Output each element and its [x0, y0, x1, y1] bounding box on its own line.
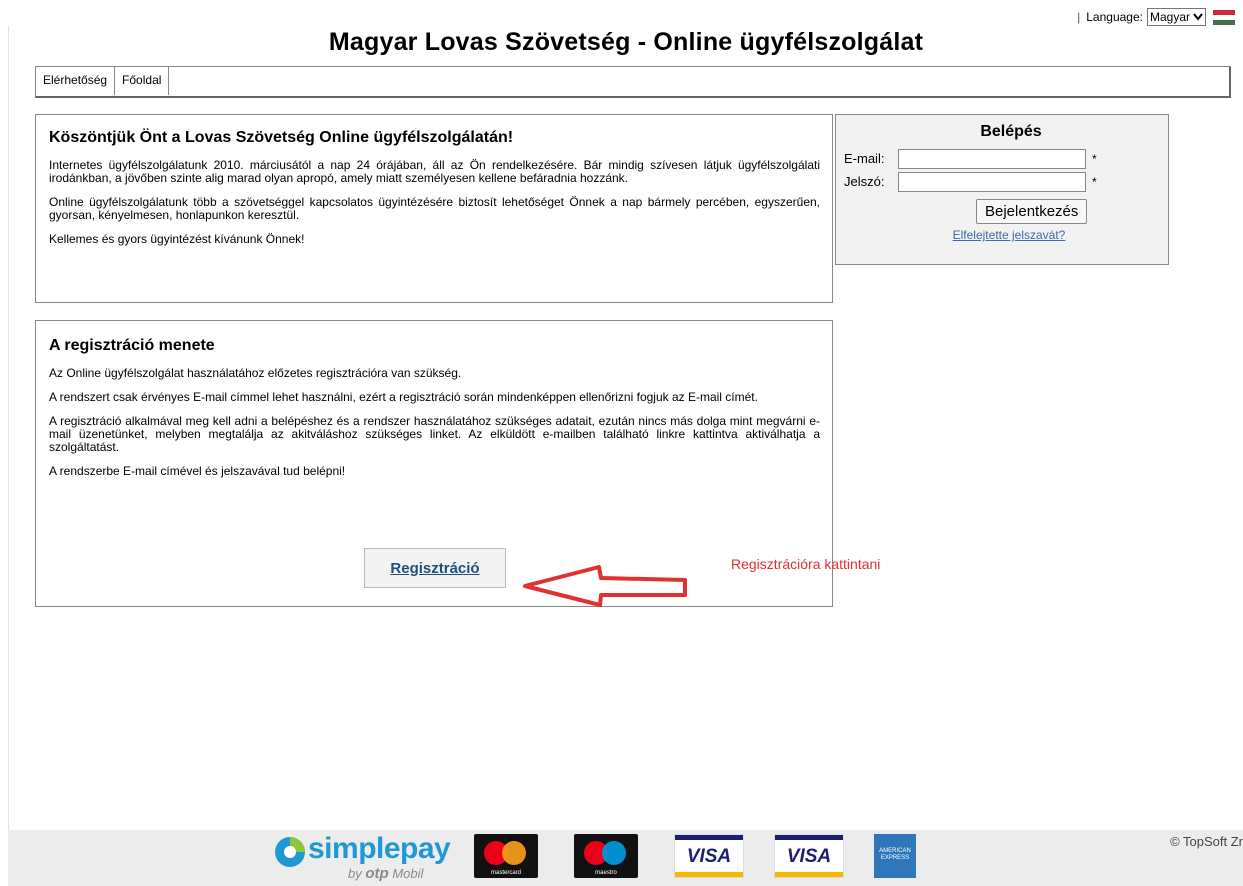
forgot-password-link[interactable]: Elfelejtette jelszavát?	[844, 228, 1160, 242]
email-field[interactable]	[898, 148, 1086, 169]
login-title: Belépés	[980, 123, 1042, 140]
welcome-heading: Köszöntjük Önt a Lovas Szövetség Online …	[49, 129, 514, 146]
nav-item-home[interactable]: Főoldal	[115, 67, 170, 95]
annotation-arrow-icon	[523, 565, 687, 607]
registration-heading: A regisztráció menete	[49, 337, 215, 354]
footer: simplepay by otp Mobil mastercard maestr…	[8, 830, 1243, 886]
simplepay-emblem-icon	[275, 837, 305, 867]
welcome-panel: Köszöntjük Önt a Lovas Szövetség Online …	[35, 114, 833, 303]
language-separator: |	[1077, 10, 1081, 24]
copyright-text: © TopSoft Zr	[1170, 834, 1243, 849]
welcome-paragraph: Internetes ügyfélszolgálatunk 2010. márc…	[49, 158, 820, 185]
annotation-text: Regisztrációra kattintani	[731, 556, 881, 572]
password-required-mark: *	[1092, 174, 1097, 189]
password-field[interactable]	[898, 171, 1086, 192]
simplepay-wordmark: simplepay	[308, 832, 451, 865]
language-bar: | Language: Magyar	[1077, 8, 1235, 26]
welcome-paragraph: Online ügyfélszolgálatunk több a szövets…	[49, 195, 820, 222]
nav-item-contact[interactable]: Elérhetőség	[36, 67, 116, 95]
registration-paragraph: Az Online ügyfélszolgálat használatához …	[49, 366, 462, 380]
registration-paragraph: A rendszert csak érvényes E-mail címmel …	[49, 390, 758, 404]
login-panel: Belépés E-mail: * Jelszó: * Bejelentkezé…	[835, 114, 1169, 265]
language-select[interactable]: Magyar	[1146, 8, 1206, 26]
welcome-paragraph: Kellemes és gyors ügyintézést kívánunk Ö…	[49, 232, 305, 246]
page-title: Magyar Lovas Szövetség - Online ügyfélsz…	[328, 28, 924, 56]
maestro-logo: maestro	[574, 834, 638, 878]
register-button[interactable]: Regisztráció	[364, 548, 506, 588]
password-label: Jelszó:	[844, 174, 885, 189]
email-required-mark: *	[1092, 151, 1097, 166]
amex-logo: AMERICAN EXPRESS	[874, 834, 916, 878]
visa-electron-logo: VISA	[774, 834, 844, 878]
language-label: Language:	[1086, 10, 1143, 24]
mastercard-logo: mastercard	[474, 834, 538, 878]
otp-mobil-text: by otp Mobil	[348, 865, 424, 882]
email-label: E-mail:	[844, 151, 885, 166]
login-button[interactable]: Bejelentkezés	[976, 199, 1088, 224]
email-row: E-mail: *	[844, 147, 1160, 170]
registration-paragraph: A regisztráció alkalmával meg kell adni …	[49, 414, 820, 454]
registration-panel: A regisztráció menete Az Online ügyfélsz…	[35, 320, 833, 607]
visa-logo: VISA	[674, 834, 744, 878]
chevron-down-icon	[1193, 13, 1203, 21]
password-row: Jelszó: *	[844, 170, 1160, 193]
top-nav: Elérhetőség Főoldal	[35, 66, 1231, 98]
hungarian-flag-icon[interactable]	[1213, 9, 1235, 25]
registration-paragraph: A rendszerbe E-mail címével és jelszaváv…	[49, 464, 346, 478]
register-link[interactable]: Regisztráció	[390, 560, 479, 577]
language-selected-value: Magyar	[1149, 10, 1190, 24]
simplepay-logo: simplepay by otp Mobil	[270, 832, 460, 882]
page-frame: Magyar Lovas Szövetség - Online ügyfélsz…	[8, 26, 1243, 830]
